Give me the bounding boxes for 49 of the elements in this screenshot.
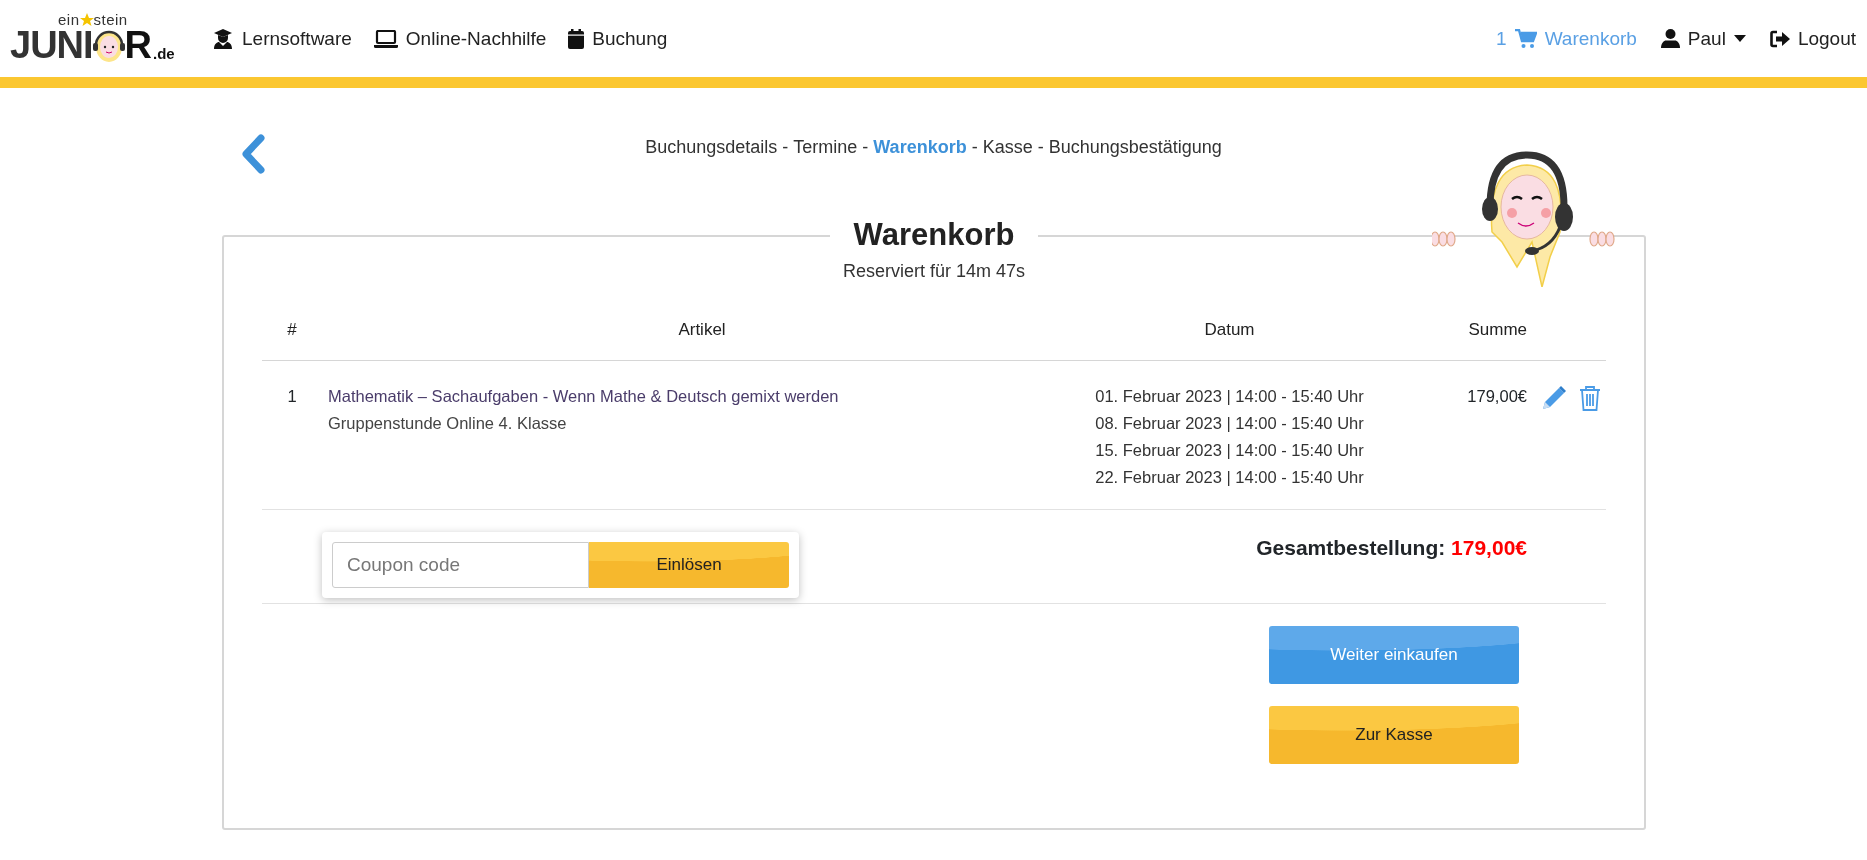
- column-header: #: [287, 320, 297, 339]
- reservation-timer: Reserviert für 14m 47s: [842, 261, 1026, 282]
- edit-pencil-icon[interactable]: [1541, 385, 1567, 411]
- row-number: 1: [287, 387, 297, 405]
- cartoon-face-icon: [92, 28, 125, 63]
- trash-icon[interactable]: [1579, 385, 1601, 412]
- breadcrumb-step: Termine: [793, 137, 858, 158]
- coupon-input[interactable]: Coupon code: [332, 542, 589, 588]
- breadcrumb-step: Kasse: [982, 137, 1033, 158]
- article-link[interactable]: Mathematik – Sachaufgaben - Wenn Mathe & Deutsch gemixt werden: [328, 383, 839, 410]
- breadcrumb-step: Buchungsdetails: [645, 137, 778, 158]
- appointment-date: 22. Februar 2023 | 14:00 - 15:40 Uhr: [1095, 467, 1364, 488]
- nav-link[interactable]: Online-Nachhilfe: [373, 27, 547, 50]
- graduate-icon: [214, 28, 232, 49]
- back-chevron-icon[interactable]: [240, 134, 266, 174]
- breadcrumb-step: Buchungsbestätigung: [1048, 137, 1222, 158]
- breadcrumb-separator: -: [1037, 137, 1044, 158]
- breadcrumb-separator: -: [782, 137, 789, 158]
- redeem-button[interactable]: Einlösen: [589, 542, 789, 588]
- article-subtitle: Gruppenstunde Online 4. Klasse: [328, 413, 567, 434]
- nav-link[interactable]: Buchung: [568, 27, 668, 50]
- column-header: Artikel: [678, 320, 726, 339]
- caret-icon: [1733, 35, 1746, 42]
- logout-icon: [1769, 29, 1790, 48]
- checkout-button[interactable]: Zur Kasse: [1269, 706, 1519, 764]
- column-header: Summe: [1468, 320, 1527, 339]
- price: 179,00€: [1467, 387, 1527, 405]
- calendar-icon: [568, 28, 585, 49]
- appointment-date: 15. Februar 2023 | 14:00 - 15:40 Uhr: [1095, 440, 1364, 461]
- star-icon: [79, 12, 94, 27]
- appointment-date: 01. Februar 2023 | 14:00 - 15:40 Uhr: [1095, 386, 1364, 407]
- nav-link[interactable]: Lernsoftware: [214, 27, 352, 50]
- total-label: Gesamtbestellung:: [1256, 536, 1446, 559]
- user-menu[interactable]: Paul: [1660, 27, 1746, 50]
- logo-text: JUNI: [10, 26, 93, 63]
- logout-link[interactable]: Logout: [1769, 27, 1856, 50]
- column-header: Datum: [1204, 320, 1255, 339]
- breadcrumb-separator: -: [862, 137, 869, 158]
- logo-text: .de: [153, 44, 175, 63]
- breadcrumb-step: Warenkorb: [873, 137, 967, 158]
- logo-text: ein: [58, 12, 80, 27]
- laptop-icon: [373, 29, 398, 48]
- logo-text: stein: [93, 12, 128, 27]
- breadcrumb-separator: -: [971, 137, 978, 158]
- cart-icon: [1514, 28, 1537, 49]
- logo-text: R: [124, 26, 152, 63]
- user-icon: [1660, 29, 1680, 48]
- total-amount: 179,00€: [1451, 536, 1527, 559]
- appointment-date: 08. Februar 2023 | 14:00 - 15:40 Uhr: [1095, 413, 1364, 434]
